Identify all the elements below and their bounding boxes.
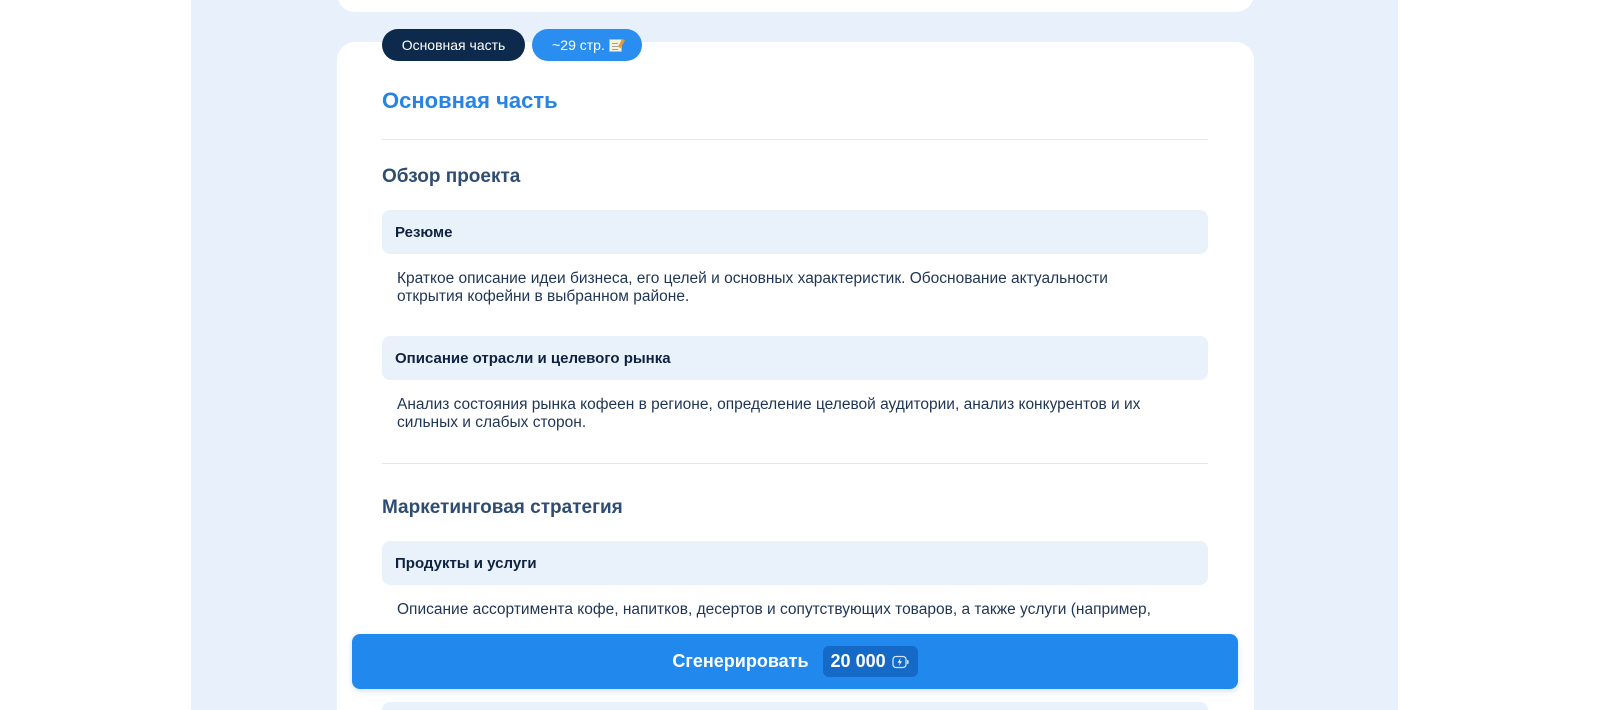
subsection-text-industry: Анализ состояния рынка кофеен в регионе,… [397,396,1197,432]
text-line: Анализ состояния рынка кофеен в регионе,… [397,396,1141,413]
subsection-title: Продукты и услуги [395,554,537,572]
text-line: открытия кофейни в выбранном районе. [397,288,690,305]
generate-button[interactable]: Сгенерировать 20 000 [352,634,1238,689]
text-line: Описание ассортимента кофе, напитков, де… [397,601,1151,618]
chapter-divider [382,463,1208,464]
generate-button-label: Сгенерировать [672,651,809,671]
memo-icon [608,38,622,52]
chapter-heading-marketing: Маркетинговая стратегия [382,497,623,518]
previous-section-card [337,0,1254,12]
section-title: Основная часть [382,88,558,113]
lightning-credit-icon [891,655,910,669]
page-count-badge: ~29 стр. [532,29,642,61]
subsection-text-products: Описание ассортимента кофе, напитков, де… [397,601,1197,619]
subsection-header-products[interactable]: Продукты и услуги [382,541,1208,585]
section-type-badge-label: Основная часть [401,37,506,53]
page-count-label: ~29 стр. [552,37,605,53]
text-line: сильных и слабых сторон. [397,414,587,431]
subsection-title: Описание отрасли и целевого рынка [395,349,671,367]
subsection-header-summary[interactable]: Резюме [382,210,1208,254]
subsection-title: Резюме [395,223,453,241]
next-subsection-header [382,702,1208,710]
section-type-badge: Основная часть [382,29,525,61]
subsection-header-industry[interactable]: Описание отрасли и целевого рынка [382,336,1208,380]
price-value: 20 000 [830,651,886,671]
price-badge: 20 000 [822,646,918,677]
subsection-text-summary: Краткое описание идеи бизнеса, его целей… [397,270,1197,306]
text-line: Краткое описание идеи бизнеса, его целей… [397,270,1108,287]
chapter-heading-overview: Обзор проекта [382,166,521,187]
title-divider [382,139,1208,140]
